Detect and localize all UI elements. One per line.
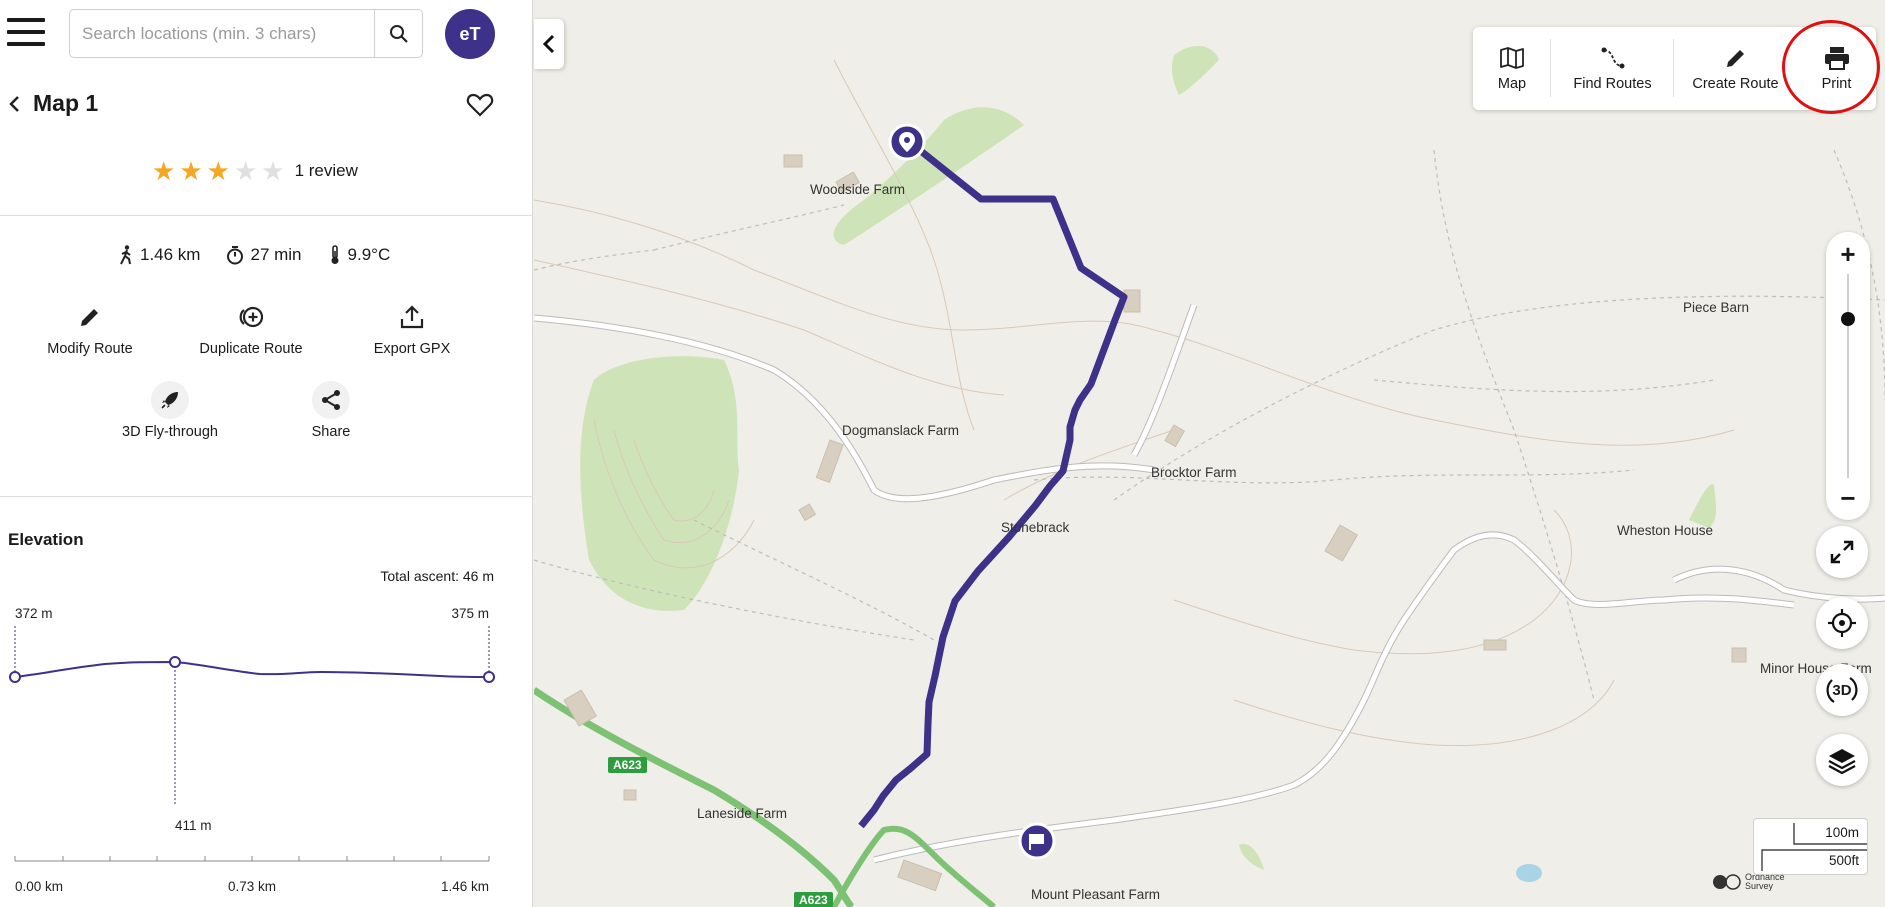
find-routes-button[interactable]: Find Routes <box>1551 27 1674 110</box>
distance-stat: 1.46 km <box>118 245 200 265</box>
rocket-icon <box>161 392 178 409</box>
zoom-slider-track[interactable] <box>1847 274 1849 478</box>
scale-bar: 100m 500ft <box>1753 818 1868 875</box>
total-ascent: Total ascent: 46 m <box>380 568 494 584</box>
expand-icon <box>1830 540 1854 564</box>
avatar[interactable]: eT <box>445 9 495 59</box>
map-label-mount-pleasant: Mount Pleasant Farm <box>1031 887 1161 902</box>
share-button[interactable]: Share <box>256 381 406 440</box>
3d-label: 3D <box>1832 681 1852 699</box>
elevation-start-label: 372 m <box>15 606 53 621</box>
map-background <box>534 0 1885 907</box>
elevation-end-label: 375 m <box>451 606 489 621</box>
modify-route-button[interactable]: Modify Route <box>15 298 165 357</box>
map-icon <box>1500 46 1524 69</box>
chevron-left-icon <box>542 34 555 54</box>
star-icon[interactable]: ★ <box>234 158 257 184</box>
x-tick-label: 0.00 km <box>15 879 63 894</box>
locate-me-button[interactable] <box>1816 597 1868 649</box>
map-button[interactable]: Map <box>1473 27 1551 110</box>
fullscreen-button[interactable] <box>1816 526 1868 578</box>
duration-value: 27 min <box>250 245 302 264</box>
pencil-icon <box>1726 49 1744 67</box>
duplicate-route-button[interactable]: Duplicate Route <box>176 298 326 357</box>
map-label-wheston: Wheston House <box>1617 523 1714 538</box>
duplicate-route-label: Duplicate Route <box>199 341 303 357</box>
map-canvas[interactable]: Woodside Farm Piece Barn Dogmanslack Far… <box>534 0 1885 907</box>
star-icon[interactable]: ★ <box>152 158 175 184</box>
create-route-button[interactable]: Create Route <box>1674 27 1797 110</box>
upload-icon <box>400 305 424 329</box>
review-count[interactable]: 1 review <box>295 161 358 181</box>
pencil-icon <box>81 309 98 326</box>
elevation-peak-label: 411 m <box>175 818 212 833</box>
road-label-a623: A623 <box>608 757 647 773</box>
modify-route-label: Modify Route <box>47 341 133 357</box>
duration-stat: 27 min <box>226 245 302 265</box>
x-tick-label: 1.46 km <box>441 879 489 894</box>
export-gpx-label: Export GPX <box>373 341 451 357</box>
temperature-stat: 9.9°C <box>328 245 391 265</box>
3d-view-button[interactable]: 3D <box>1816 664 1868 716</box>
zoom-slider-handle[interactable] <box>1840 311 1856 327</box>
divider <box>0 215 533 216</box>
distance-value: 1.46 km <box>140 245 201 264</box>
divider <box>0 496 533 497</box>
map-button-label: Map <box>1497 75 1527 92</box>
title-row: Map 1 <box>0 86 533 122</box>
fly-through-button[interactable]: 3D Fly-through <box>95 381 245 440</box>
rating[interactable]: ★ ★ ★ ★ ★ 1 review <box>152 158 358 184</box>
scale-imperial: 500ft <box>1828 853 1859 868</box>
star-icon[interactable]: ★ <box>261 158 284 184</box>
star-icon[interactable]: ★ <box>179 158 202 184</box>
heart-icon[interactable] <box>466 92 494 118</box>
zoom-control: + − <box>1826 232 1870 520</box>
crosshair-icon <box>1828 609 1856 637</box>
elevation-chart[interactable]: 372 m 375 m 411 m 0.00 km 0.73 km 1.46 k… <box>0 596 533 896</box>
ordnance-survey-icon <box>1713 874 1741 890</box>
map-label-piece-barn: Piece Barn <box>1683 300 1750 315</box>
find-routes-label: Find Routes <box>1573 75 1652 92</box>
route-stats: 1.46 km 27 min 9.9°C <box>118 245 390 265</box>
layers-icon <box>1828 749 1856 774</box>
search-input[interactable]: Search locations (min. 3 chars) <box>70 24 374 44</box>
route-sidebar: Search locations (min. 3 chars) eT Map 1… <box>0 0 533 907</box>
map-label-brocktor: Brocktor Farm <box>1151 465 1237 480</box>
star-icon[interactable]: ★ <box>207 158 230 184</box>
x-tick-label: 0.73 km <box>228 879 276 894</box>
map-label-stonebrack: Stonebrack <box>1001 520 1070 535</box>
elevation-title: Elevation <box>8 530 84 549</box>
share-label: Share <box>311 424 351 440</box>
page-title: Map 1 <box>33 90 99 116</box>
back-chevron-icon[interactable] <box>4 92 24 116</box>
zoom-out-button[interactable]: − <box>1826 480 1870 516</box>
thermometer-icon <box>331 245 339 264</box>
search-box[interactable]: Search locations (min. 3 chars) <box>69 9 423 58</box>
collapse-sidebar-button[interactable] <box>534 19 564 69</box>
share-icon <box>322 390 340 410</box>
export-gpx-button[interactable]: Export GPX <box>337 298 487 357</box>
layers-button[interactable] <box>1816 734 1868 786</box>
search-button[interactable] <box>374 10 422 57</box>
timer-icon <box>227 246 244 265</box>
road-label-a623: A623 <box>794 892 833 907</box>
menu-icon[interactable] <box>7 16 45 48</box>
zoom-in-button[interactable]: + <box>1826 236 1870 272</box>
map-label-laneside: Laneside Farm <box>697 806 788 821</box>
scale-metric: 100m <box>1825 825 1859 840</box>
fly-through-label: 3D Fly-through <box>122 424 218 440</box>
search-icon <box>389 24 408 43</box>
walker-icon <box>120 245 131 265</box>
duplicate-icon <box>239 306 264 328</box>
temperature-value: 9.9°C <box>347 245 391 264</box>
print-highlight-circle <box>1782 20 1880 114</box>
create-route-label: Create Route <box>1692 75 1779 92</box>
map-label-dogmanslack: Dogmanslack Farm <box>842 423 960 438</box>
map-label-woodside: Woodside Farm <box>810 182 906 197</box>
route-icon <box>1601 47 1624 68</box>
